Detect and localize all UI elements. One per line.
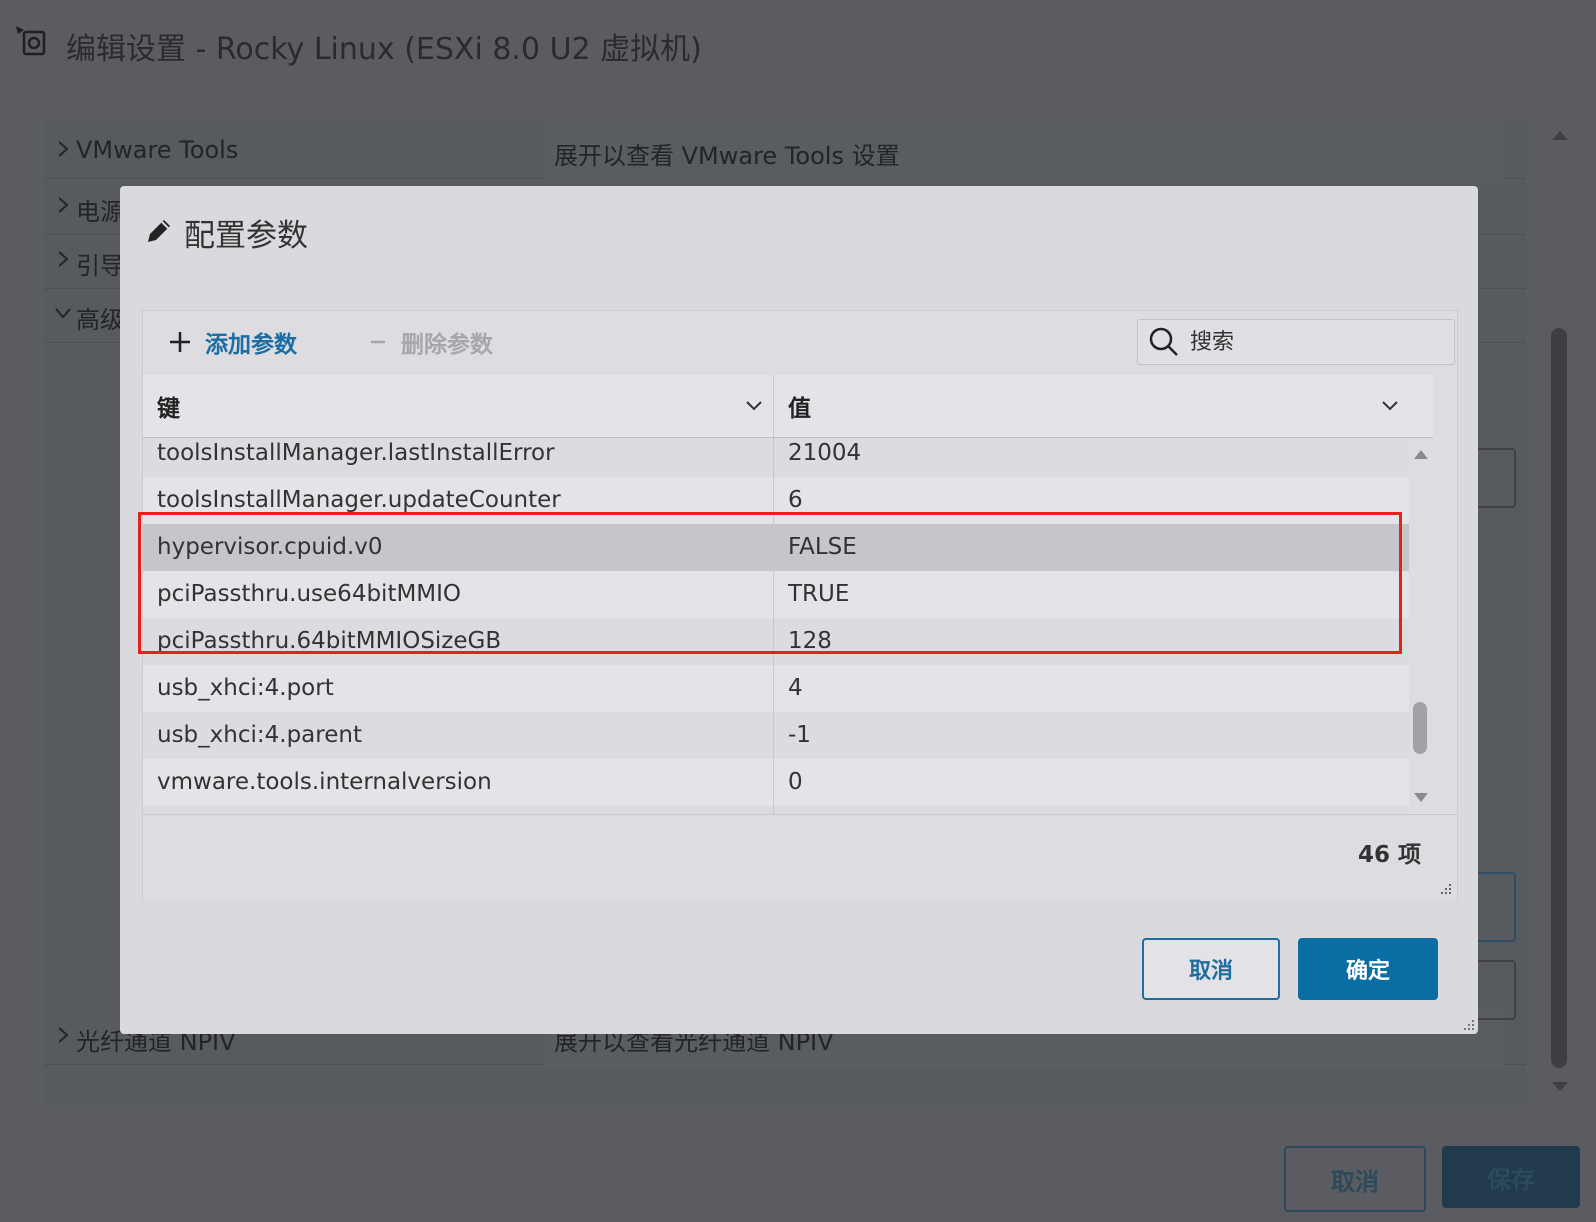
bg-row-value: 展开以查看 VMware Tools 设置 [554,142,900,170]
table-row[interactable]: pciPassthru.64bitMMIOSizeGB 128 [143,618,1409,665]
item-count: 46 项 [1357,842,1421,868]
column-header-value[interactable]: 值 [774,375,1433,437]
scroll-down-icon [1552,1082,1568,1091]
table-row[interactable]: usb_xhci:4.parent -1 [143,712,1409,759]
scroll-up-icon [1552,131,1568,140]
column-header-key[interactable]: 键 [143,375,774,437]
cell-key: toolsInstallManager.updateCounter [157,487,561,513]
ok-button[interactable]: 确定 [1298,938,1438,1000]
resize-grip-icon[interactable] [1462,1018,1476,1032]
table-row[interactable]: pciPassthru.use64bitMMIO TRUE [143,571,1409,618]
bg-cancel-button[interactable]: 取消 [1284,1146,1426,1212]
grid-toolbar: 添加参数 删除参数 [143,311,1457,375]
chevron-right-icon [58,197,69,213]
cell-key: pciPassthru.64bitMMIOSizeGB [157,628,502,654]
search-input[interactable] [1188,326,1442,358]
window-title: 编辑设置 - Rocky Linux (ESXi 8.0 U2 虚拟机) [66,32,702,67]
add-param-label: 添加参数 [205,332,297,358]
chevron-right-icon [58,251,69,267]
cell-key: usb_xhci:4.parent [157,722,362,748]
cell-value: 21004 [788,440,862,466]
column-value-label: 值 [788,396,811,422]
cell-key: hypervisor.cpuid.v0 [157,534,383,560]
table-row[interactable]: usb_xhci:4.port 4 [143,665,1409,712]
search-icon [1149,327,1178,356]
plus-icon [170,332,190,352]
scroll-down-icon[interactable] [1413,792,1429,804]
bg-row-label: 电源 [76,198,124,226]
chevron-down-icon[interactable] [1381,397,1399,415]
modal-title: 配置参数 [184,218,308,254]
chevron-down-icon [55,308,71,319]
grid-body: toolsInstallManager.lastInstallError 210… [143,438,1409,814]
settings-dialog-icon [16,26,46,56]
bg-scroll-thumb[interactable] [1551,328,1567,1068]
cell-key: toolsInstallManager.lastInstallError [157,440,555,466]
chevron-right-icon [58,141,69,157]
chevron-right-icon [58,1027,69,1043]
bg-row-vmware-tools[interactable]: VMware Tools 展开以查看 VMware Tools 设置 [44,122,1526,182]
add-param-button[interactable]: 添加参数 [169,325,297,359]
cell-key: pciPassthru.use64bitMMIO [157,581,462,607]
cell-key: usb_xhci:4.port [157,675,334,701]
bg-scrollbar[interactable] [1548,128,1574,1094]
table-row[interactable]: vmware.tools.internalversion 0 [143,759,1409,806]
minus-icon [371,340,385,344]
search-box[interactable] [1137,319,1455,365]
resize-grip-icon[interactable] [1439,882,1453,896]
column-key-label: 键 [157,396,180,422]
grid-footer: 46 项 [143,814,1457,900]
grid-scrollbar[interactable] [1409,438,1433,814]
table-row[interactable]: toolsInstallManager.lastInstallError 210… [143,438,1409,477]
bg-row-label: 高级 [76,306,124,334]
table-row-selected[interactable]: hypervisor.cpuid.v0 FALSE [143,524,1409,571]
cell-value: TRUE [788,581,850,607]
cell-value: -1 [788,722,811,748]
scroll-up-icon[interactable] [1413,448,1429,460]
table-row[interactable]: toolsInstallManager.updateCounter 6 [143,477,1409,524]
cell-value: FALSE [788,534,857,560]
bg-save-button[interactable]: 保存 [1442,1146,1580,1208]
cancel-button[interactable]: 取消 [1142,938,1280,1000]
delete-param-button[interactable]: 删除参数 [369,325,493,359]
cell-key: vmware.tools.internalversion [157,769,492,795]
cell-value: 128 [788,628,832,654]
params-grid: 添加参数 删除参数 键 值 toolsInstallManag [142,310,1458,900]
table-row-partial[interactable] [143,806,1409,814]
bg-row-label: 引导 [76,252,124,280]
cell-value: 6 [788,487,803,513]
chevron-down-icon[interactable] [745,397,763,415]
delete-param-label: 删除参数 [401,332,493,358]
grid-scroll-thumb[interactable] [1413,702,1427,754]
config-params-modal: 配置参数 添加参数 删除参数 键 值 [120,186,1478,1034]
cell-value: 4 [788,675,803,701]
bg-row-label: VMware Tools [76,136,239,164]
grid-header: 键 值 [143,375,1433,438]
pencil-icon [148,220,170,242]
cell-value: 0 [788,769,803,795]
